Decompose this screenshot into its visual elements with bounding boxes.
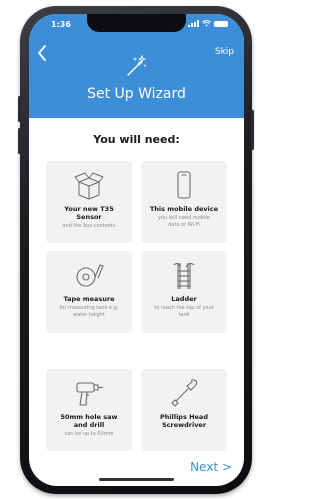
chevron-left-icon: [38, 45, 46, 61]
item-title: Ladder: [171, 295, 197, 303]
home-indicator: [99, 478, 174, 481]
screwdriver-icon: [141, 377, 227, 409]
item-card-mobile: This mobile device you will need mobile …: [141, 161, 227, 243]
item-subtitle: and the box contents: [62, 223, 116, 229]
section-heading: You will need:: [93, 133, 180, 146]
item-card-ladder: Ladder to reach the top of your tank: [141, 251, 227, 333]
status-time: 1:36: [51, 20, 71, 29]
battery-icon: [214, 20, 228, 27]
tape-measure-icon: [46, 259, 132, 291]
item-card-tape-measure: Tape measure for measuring tank e.g. wat…: [46, 251, 132, 333]
power-button: [251, 110, 254, 150]
wizard-header: 1:36 Skip Set Up Wizard: [29, 14, 244, 118]
smartphone-icon: [141, 169, 227, 201]
volume-button: [18, 96, 21, 122]
next-button[interactable]: Next >: [190, 460, 232, 474]
item-card-drill: 50mm hole saw and drill can be up to 60m…: [46, 369, 132, 451]
item-subtitle: for measuring tank e.g. water height: [59, 305, 119, 318]
back-button[interactable]: [35, 44, 49, 62]
status-bar: 1:36: [29, 14, 244, 36]
wifi-icon: [202, 20, 211, 27]
skip-button[interactable]: Skip: [215, 47, 234, 57]
page-title: Set Up Wizard: [87, 86, 186, 102]
signal-icon: [188, 20, 199, 27]
status-icons: [188, 20, 228, 27]
item-title: Phillips Head Screwdriver: [160, 413, 208, 430]
item-title: Tape measure: [63, 295, 115, 303]
item-title: Your new T35 Sensor: [64, 205, 114, 222]
page: 1:36 Skip Set Up Wizard You will need: Y…: [0, 0, 262, 499]
item-subtitle: you will need mobile data or Wi-Fi: [158, 215, 210, 228]
drill-icon: [46, 377, 132, 409]
magic-wand-icon: [127, 54, 147, 76]
item-title: 50mm hole saw and drill: [60, 413, 118, 430]
camera-notch: [87, 14, 186, 32]
box-icon: [46, 169, 132, 201]
item-card-sensor: Your new T35 Sensor and the box contents: [46, 161, 132, 243]
item-card-screwdriver: Phillips Head Screwdriver: [141, 369, 227, 451]
item-subtitle: can be up to 60mm: [64, 431, 114, 437]
app-screen: 1:36 Skip Set Up Wizard You will need: Y…: [29, 14, 244, 486]
item-title: This mobile device: [149, 205, 219, 213]
volume-button: [18, 128, 21, 154]
item-subtitle: to reach the top of your tank: [154, 305, 214, 318]
ladder-icon: [141, 259, 227, 291]
